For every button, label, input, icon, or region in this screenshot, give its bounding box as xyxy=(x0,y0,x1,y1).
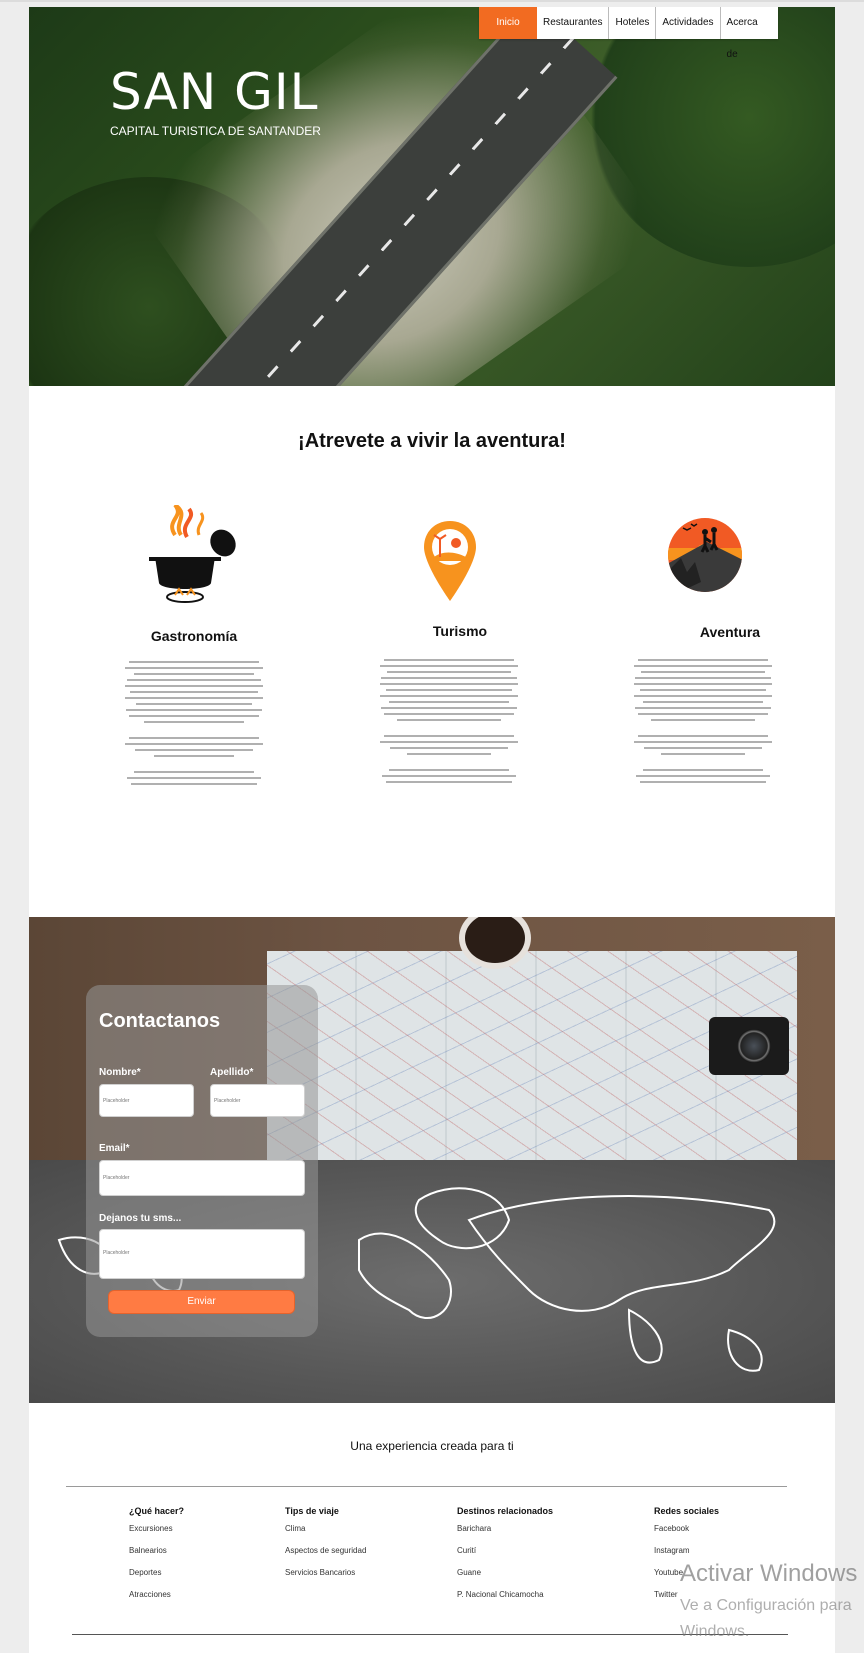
footer-link-excursiones[interactable]: Excursiones xyxy=(129,1524,184,1546)
feature-aventura: Aventura xyxy=(655,624,805,640)
footer-divider-top xyxy=(66,1486,787,1487)
windows-activation-watermark-text: Ve a Configuración para Windows. xyxy=(680,1593,852,1645)
footer-column-title: Redes sociales xyxy=(654,1506,720,1516)
feature-turismo-text-placeholder xyxy=(380,659,518,787)
watermark-line-2: Ve a Configuración para xyxy=(680,1597,852,1614)
feature-gastronomia: Gastronomía xyxy=(119,628,269,644)
nav-item-restaurantes[interactable]: Restaurantes xyxy=(537,7,608,39)
contact-form-title: Contactanos xyxy=(99,1010,221,1032)
footer-column-que-hacer: ¿Qué hacer? Excursiones Balnearios Depor… xyxy=(129,1506,184,1612)
section-headline: ¡Atrevete a vivir la aventura! xyxy=(298,430,566,452)
map-pin-beach-icon xyxy=(424,521,476,601)
footer-column-destinos: Destinos relacionados Barichara Curití G… xyxy=(457,1506,553,1612)
message-label: Dejanos tu sms... xyxy=(99,1213,182,1224)
nav-item-inicio[interactable]: Inicio xyxy=(479,7,537,39)
hero-banner: SAN GIL CAPITAL TURISTICA DE SANTANDER I… xyxy=(29,7,835,386)
message-field[interactable] xyxy=(99,1229,305,1279)
main-nav: Inicio Restaurantes Hoteles Actividades … xyxy=(479,7,778,60)
footer-link-seguridad[interactable]: Aspectos de seguridad xyxy=(285,1546,366,1568)
hero-title: SAN GIL xyxy=(110,63,319,121)
feature-turismo: Turismo xyxy=(385,623,535,639)
email-label: Email* xyxy=(99,1143,130,1154)
feature-aventura-text-placeholder xyxy=(634,659,772,787)
apellido-label: Apellido* xyxy=(210,1067,254,1078)
footer-column-title: ¿Qué hacer? xyxy=(129,1506,185,1516)
hero-subtitle: CAPITAL TURISTICA DE SANTANDER xyxy=(110,124,321,138)
nav-item-hoteles[interactable]: Hoteles xyxy=(608,7,655,39)
nombre-label: Nombre* xyxy=(99,1067,141,1078)
footer-link-bancarios[interactable]: Servicios Bancarios xyxy=(285,1568,366,1590)
feature-gastronomia-text-placeholder xyxy=(125,661,263,789)
footer-column-tips: Tips de viaje Clima Aspectos de segurida… xyxy=(285,1506,366,1590)
nav-item-acerca-de[interactable]: Acerca de xyxy=(719,7,778,60)
submit-button[interactable]: Enviar xyxy=(108,1290,295,1314)
footer-link-clima[interactable]: Clima xyxy=(285,1524,366,1546)
nombre-field[interactable] xyxy=(99,1084,194,1117)
page-container: SAN GIL CAPITAL TURISTICA DE SANTANDER I… xyxy=(29,7,835,1653)
footer-link-curiti[interactable]: Curití xyxy=(457,1546,553,1568)
hikers-sunset-icon xyxy=(668,518,742,592)
email-field[interactable] xyxy=(99,1160,305,1196)
footer-link-barichara[interactable]: Barichara xyxy=(457,1524,553,1546)
browser-top-line xyxy=(0,0,864,2)
footer-link-guane[interactable]: Guane xyxy=(457,1568,553,1590)
watermark-line-3: Windows. xyxy=(680,1623,750,1640)
footer-link-balnearios[interactable]: Balnearios xyxy=(129,1546,184,1568)
footer-column-title: Destinos relacionados xyxy=(457,1506,554,1516)
feature-turismo-title: Turismo xyxy=(432,623,488,639)
apellido-field[interactable] xyxy=(210,1084,305,1117)
feature-aventura-title: Aventura xyxy=(699,624,761,640)
feature-gastronomia-title: Gastronomía xyxy=(150,628,238,644)
footer-link-deportes[interactable]: Deportes xyxy=(129,1568,184,1590)
footer-tagline: Una experiencia creada para ti xyxy=(350,1439,514,1453)
footer-link-facebook[interactable]: Facebook xyxy=(654,1524,719,1546)
windows-activation-watermark-title: Activar Windows xyxy=(680,1560,858,1587)
cooking-pot-icon xyxy=(149,505,236,603)
camera-photo xyxy=(709,1017,789,1075)
nav-item-actividades[interactable]: Actividades xyxy=(655,7,719,39)
footer-link-chicamocha[interactable]: P. Nacional Chicamocha xyxy=(457,1590,553,1612)
footer-column-title: Tips de viaje xyxy=(285,1506,339,1516)
footer-link-atracciones[interactable]: Atracciones xyxy=(129,1590,184,1612)
